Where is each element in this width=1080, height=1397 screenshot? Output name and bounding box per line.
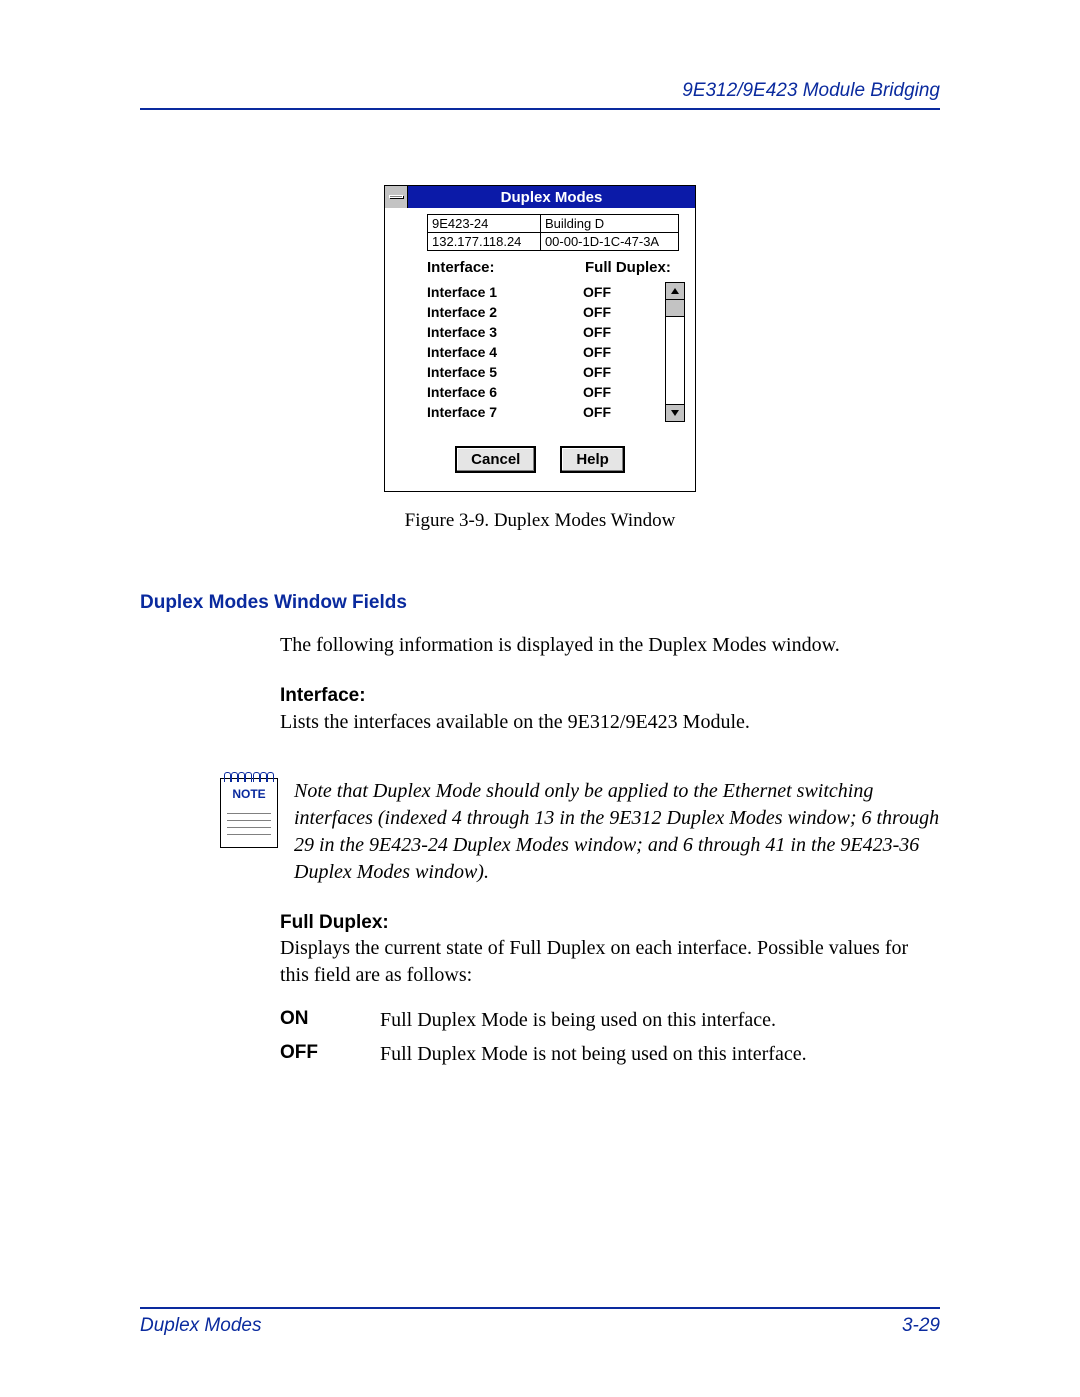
iface-state: OFF <box>583 342 663 362</box>
page-header-section: 9E312/9E423 Module Bridging <box>140 80 940 102</box>
value-row: OFF Full Duplex Mode is not being used o… <box>280 1037 940 1071</box>
device-name-cell: Building D <box>540 215 678 233</box>
device-model-cell: 9E423-24 <box>428 215 541 233</box>
list-scrollbar[interactable] <box>665 282 685 422</box>
value-desc: Full Duplex Mode is being used on this i… <box>380 1003 776 1037</box>
iface-state: OFF <box>583 302 663 322</box>
dialog-title: Duplex Modes <box>408 189 695 206</box>
scroll-down-icon[interactable] <box>666 404 684 421</box>
iface-label: Interface 1 <box>427 282 583 302</box>
note-text: Note that Duplex Mode should only be app… <box>294 778 940 886</box>
duplex-modes-dialog: Duplex Modes 9E423-24 Building D 132.177… <box>384 185 696 492</box>
list-header: Interface: Full Duplex: <box>427 259 685 276</box>
field-fullduplex-title: Full Duplex: <box>280 910 940 936</box>
interface-list[interactable]: Interface 1OFF Interface 2OFF Interface … <box>427 282 663 422</box>
col-interface-label: Interface: <box>427 259 585 276</box>
device-ip-cell: 132.177.118.24 <box>428 233 541 251</box>
value-key: ON <box>280 1003 380 1037</box>
iface-state: OFF <box>583 362 663 382</box>
iface-label: Interface 7 <box>427 402 583 422</box>
scroll-thumb[interactable] <box>666 300 684 317</box>
list-item: Interface 4OFF <box>427 342 663 362</box>
value-desc: Full Duplex Mode is not being used on th… <box>380 1037 807 1071</box>
value-row: ON Full Duplex Mode is being used on thi… <box>280 1003 940 1037</box>
help-button[interactable]: Help <box>560 446 625 473</box>
cancel-button[interactable]: Cancel <box>455 446 536 473</box>
device-info-grid: 9E423-24 Building D 132.177.118.24 00-00… <box>427 214 679 251</box>
list-item: Interface 5OFF <box>427 362 663 382</box>
note-badge-label: NOTE <box>221 787 277 801</box>
iface-state: OFF <box>583 382 663 402</box>
footer-rule <box>140 1307 940 1309</box>
iface-label: Interface 3 <box>427 322 583 342</box>
iface-label: Interface 4 <box>427 342 583 362</box>
note-icon: NOTE <box>220 778 276 848</box>
field-fullduplex-text: Displays the current state of Full Duple… <box>280 935 940 989</box>
intro-paragraph: The following information is displayed i… <box>280 632 940 659</box>
field-interface-text: Lists the interfaces available on the 9E… <box>280 709 940 736</box>
iface-label: Interface 6 <box>427 382 583 402</box>
device-mac-cell: 00-00-1D-1C-47-3A <box>540 233 678 251</box>
iface-state: OFF <box>583 402 663 422</box>
dialog-titlebar: Duplex Modes <box>385 186 695 208</box>
col-fullduplex-label: Full Duplex: <box>585 259 685 276</box>
field-interface-title: Interface: <box>280 683 940 709</box>
list-item: Interface 2OFF <box>427 302 663 322</box>
iface-state: OFF <box>583 282 663 302</box>
section-heading: Duplex Modes Window Fields <box>140 592 940 614</box>
value-key: OFF <box>280 1037 380 1071</box>
list-item: Interface 6OFF <box>427 382 663 402</box>
figure-caption: Figure 3-9. Duplex Modes Window <box>405 510 676 532</box>
iface-label: Interface 5 <box>427 362 583 382</box>
list-item: Interface 7OFF <box>427 402 663 422</box>
scroll-up-icon[interactable] <box>666 283 684 300</box>
system-menu-icon[interactable] <box>385 186 408 208</box>
scroll-track[interactable] <box>666 317 684 404</box>
header-rule <box>140 108 940 110</box>
footer-left: Duplex Modes <box>140 1315 261 1337</box>
iface-label: Interface 2 <box>427 302 583 322</box>
iface-state: OFF <box>583 322 663 342</box>
list-item: Interface 1OFF <box>427 282 663 302</box>
footer-right: 3-29 <box>902 1315 940 1337</box>
list-item: Interface 3OFF <box>427 322 663 342</box>
